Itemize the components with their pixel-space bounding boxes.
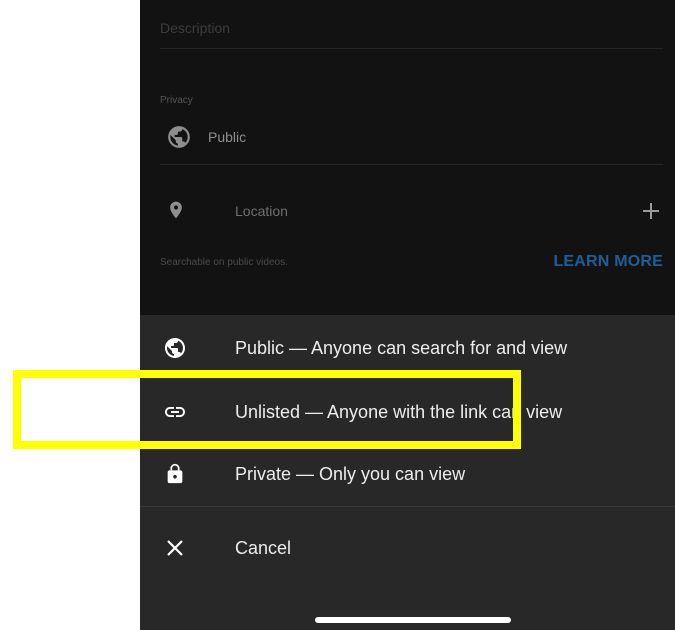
private-option[interactable]: Private — Only you can view <box>140 444 675 504</box>
cancel-label: Cancel <box>235 537 292 558</box>
privacy-label: Privacy <box>160 95 193 106</box>
close-icon <box>162 535 188 561</box>
privacy-value: Public <box>208 129 247 145</box>
link-icon <box>162 399 188 425</box>
globe-icon <box>166 124 192 150</box>
public-option-label: Public — Anyone can search for and view <box>235 337 568 358</box>
phone-screen: Description Privacy Public Location Sear <box>140 0 675 630</box>
location-label: Location <box>235 203 288 219</box>
learn-more-link[interactable]: LEARN MORE <box>553 253 663 271</box>
screenshot: Description Privacy Public Location Sear <box>0 0 675 630</box>
globe-icon <box>162 335 188 361</box>
lock-icon <box>162 461 188 487</box>
private-option-label: Private — Only you can view <box>235 463 466 484</box>
public-option[interactable]: Public — Anyone can search for and view <box>140 318 675 378</box>
description-underline <box>160 48 663 49</box>
location-row[interactable]: Location <box>166 196 663 226</box>
privacy-underline <box>160 164 663 165</box>
unlisted-option[interactable]: Unlisted — Anyone with the link can view <box>140 382 675 442</box>
cancel-button[interactable]: Cancel <box>140 518 675 578</box>
description-field[interactable]: Description <box>160 20 230 36</box>
upload-details-form: Description Privacy Public Location Sear <box>140 0 675 315</box>
searchable-note: Searchable on public videos. <box>160 257 288 268</box>
home-indicator <box>315 617 511 623</box>
unlisted-option-label: Unlisted — Anyone with the link can view <box>235 401 563 422</box>
sheet-divider <box>140 506 675 507</box>
privacy-selector[interactable]: Public <box>166 122 246 152</box>
privacy-bottom-sheet: Public — Anyone can search for and view … <box>140 315 675 630</box>
add-location-plus-icon[interactable] <box>639 196 663 226</box>
